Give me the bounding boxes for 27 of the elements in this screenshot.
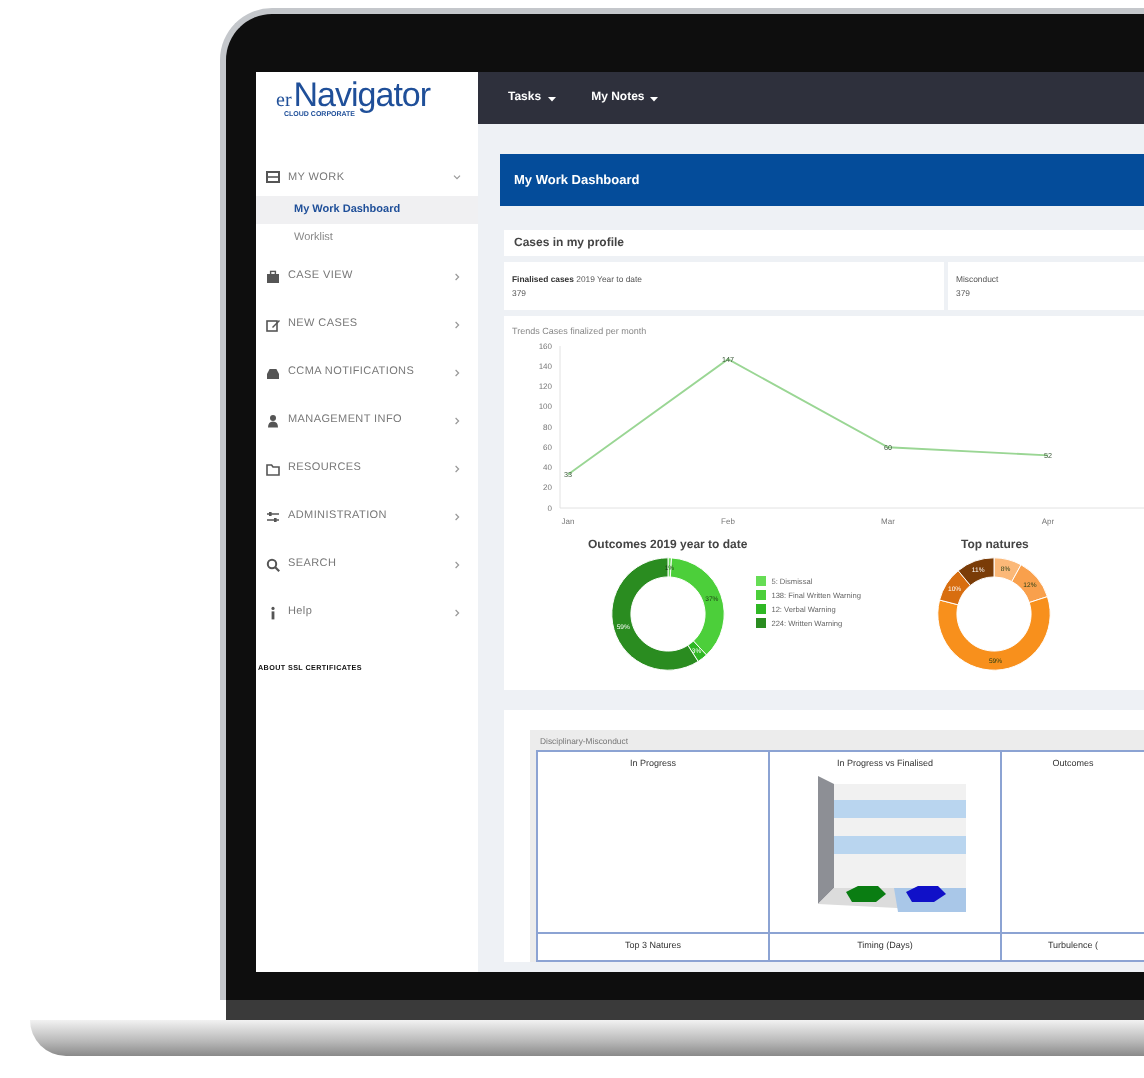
legend-swatch <box>755 590 766 600</box>
chevron-right-icon <box>452 607 462 617</box>
donut-slice <box>958 557 996 586</box>
info-icon <box>266 605 280 619</box>
caret-icon <box>547 95 556 101</box>
logo-wordmark: Navigator <box>293 78 431 112</box>
chevron-right-icon <box>452 271 462 281</box>
chevron-right-icon <box>452 319 462 329</box>
edit-icon <box>266 317 280 331</box>
chevron-right-icon <box>452 463 462 473</box>
user-icon <box>266 413 280 427</box>
legend-swatch <box>755 618 766 628</box>
folder-icon <box>266 461 280 475</box>
legend-swatch <box>755 604 766 614</box>
inbox-icon <box>266 365 280 379</box>
chevron-down-icon <box>452 172 462 182</box>
chevron-right-icon <box>452 511 462 521</box>
chevron-right-icon <box>452 559 462 569</box>
chevron-right-icon <box>452 415 462 425</box>
briefcase-icon <box>266 269 280 283</box>
search-icon <box>266 557 280 571</box>
caret-icon <box>650 95 659 101</box>
chevron-right-icon <box>452 367 462 377</box>
list-icon <box>266 170 280 184</box>
legend-swatch <box>755 576 766 586</box>
logo-prefix: er <box>276 92 292 112</box>
sliders-icon <box>266 509 280 523</box>
